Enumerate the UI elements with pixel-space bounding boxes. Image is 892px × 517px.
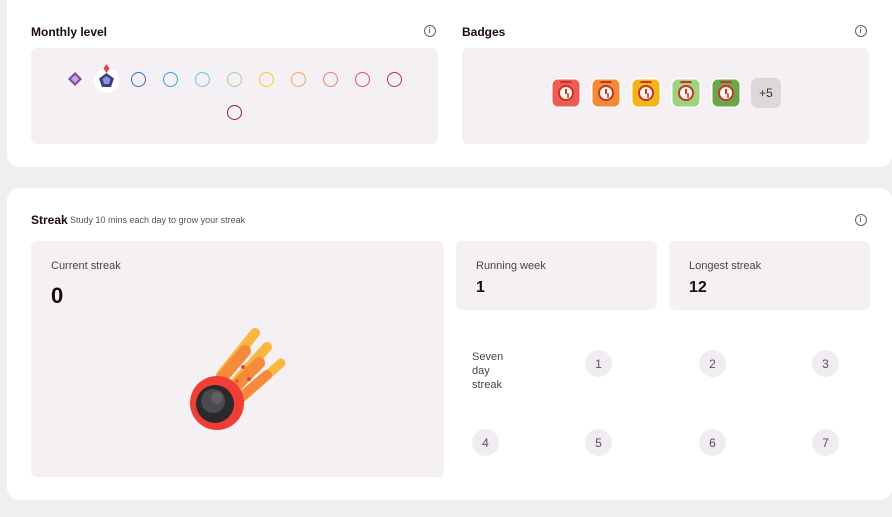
level-ring-icon	[227, 105, 242, 120]
level-ring-icon	[323, 72, 338, 87]
running-week-panel: Running week 1	[456, 241, 657, 310]
level-ring-icon	[387, 72, 402, 87]
running-week-value: 1	[476, 279, 485, 296]
streak-day-1: 1	[585, 350, 612, 377]
seven-day-label-line: streak	[472, 379, 502, 391]
seven-day-streak-label: Seven day streak	[472, 350, 512, 392]
streak-day-4: 4	[472, 429, 499, 456]
monthly-level-title: Monthly level	[31, 25, 108, 39]
streak-day-5: 5	[585, 429, 612, 456]
alarm-clock-icon	[638, 85, 654, 101]
purple-diamond-icon	[68, 72, 82, 86]
current-streak-value: 0	[51, 283, 64, 308]
streak-card: Streak Study 10 mins each day to grow yo…	[7, 188, 892, 500]
level-ring-icon	[259, 72, 274, 87]
streak-day-6: 6	[699, 429, 726, 456]
level-ring-icon	[163, 72, 178, 87]
alarm-clock-icon	[558, 85, 574, 101]
longest-streak-label: Longest streak	[689, 260, 762, 272]
alarm-clock-icon	[598, 85, 614, 101]
level-ring-icon	[355, 72, 370, 87]
alarm-clock-badge-green[interactable]	[711, 78, 741, 108]
level-ring-icon	[131, 72, 146, 87]
level-ring-icon	[227, 72, 242, 87]
streak-info-icon[interactable]	[855, 214, 867, 226]
badges-info-icon[interactable]	[855, 25, 867, 37]
streak-day-7: 7	[812, 429, 839, 456]
badges-panel: +5	[462, 48, 869, 144]
alarm-clock-icon	[678, 85, 694, 101]
longest-streak-panel: Longest streak 12	[669, 241, 870, 310]
meteor-icon	[190, 328, 286, 430]
pentagon-gem-icon	[99, 64, 114, 87]
streak-subtitle: Study 10 mins each day to grow your stre…	[70, 215, 246, 225]
alarm-clock-badge-lightgreen[interactable]	[671, 78, 701, 108]
alarm-clock-badge-red[interactable]	[551, 78, 581, 108]
longest-streak-value: 12	[689, 279, 707, 296]
current-streak-label: Current streak	[51, 260, 121, 272]
seven-day-label-line: Seven	[472, 351, 504, 363]
streak-day-3: 3	[812, 350, 839, 377]
more-badges-button[interactable]: +5	[751, 78, 781, 108]
alarm-clock-icon	[718, 85, 734, 101]
alarm-clock-badge-orange[interactable]	[591, 78, 621, 108]
streak-title: Streak	[31, 213, 68, 227]
level-ring-icon	[195, 72, 210, 87]
monthly-level-info-icon[interactable]	[424, 25, 436, 37]
seven-day-label-line: day	[472, 365, 490, 377]
running-week-label: Running week	[476, 260, 546, 272]
levels-badges-card: Monthly level Badges +5	[7, 0, 892, 167]
current-streak-panel: Current streak 0	[31, 241, 444, 477]
badges-title: Badges	[462, 25, 506, 39]
level-ring-icon	[291, 72, 306, 87]
monthly-level-panel	[31, 48, 438, 144]
streak-day-2: 2	[699, 350, 726, 377]
alarm-clock-badge-yellow[interactable]	[631, 78, 661, 108]
